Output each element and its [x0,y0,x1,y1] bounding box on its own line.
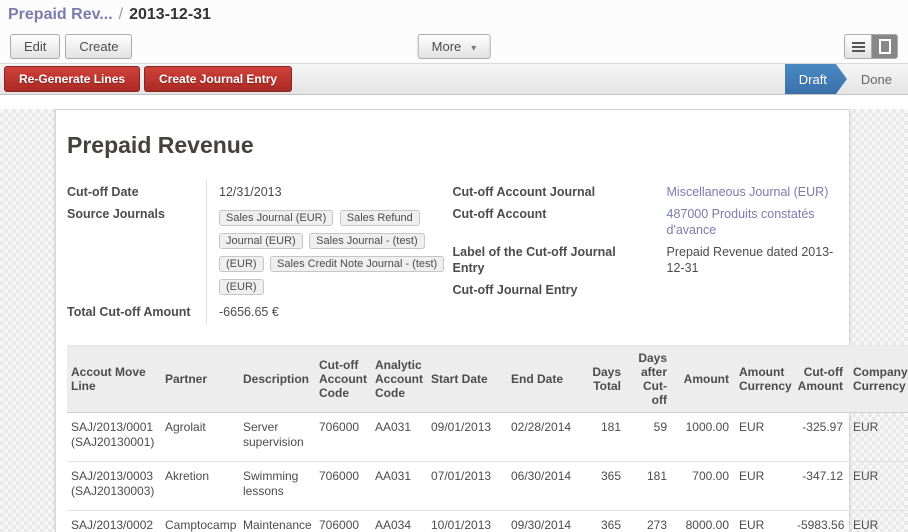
cell-cutoff-amount[interactable]: -347.12 [793,462,849,511]
view-switcher [844,34,898,59]
more-button[interactable]: More ▾ [418,34,491,59]
table-header-row: Accout Move Line Partner Description Cut… [67,346,908,413]
cell-analytic-account-code[interactable]: AA031 [371,462,427,511]
source-journals-tags: Sales Journal (EUR) Sales Refund Journal… [206,203,438,301]
regenerate-lines-button[interactable]: Re-Generate Lines [4,66,140,92]
breadcrumb-current: 2013-12-31 [129,6,211,24]
cutoff-date-value: 12/31/2013 [206,181,438,203]
col-cutoff-amount: Cut-off Amount [793,346,849,413]
form-view-button[interactable] [871,34,898,59]
col-amount: Amount [673,346,735,413]
col-amount-currency: Amount Currency [735,346,793,413]
cutoff-journal-entry-value [655,279,839,301]
journal-entry-label-label: Label of the Cut-off Journal Entry [453,241,655,279]
journal-entry-label-value: Prepaid Revenue dated 2013-12-31 [655,241,839,279]
edit-button[interactable]: Edit [10,34,60,59]
breadcrumb: Prepaid Rev... / 2013-12-31 [0,0,908,30]
cell-cutoff-amount[interactable]: -325.97 [793,413,849,462]
page-title: Prepaid Revenue [67,132,838,159]
cutoff-date-label: Cut-off Date [67,181,206,203]
cell-days-after-cutoff[interactable]: 59 [627,413,673,462]
col-account-move-line: Accout Move Line [67,346,161,413]
col-cutoff-account-code: Cut-off Account Code [315,346,371,413]
cell-move-line[interactable]: SAJ/2013/0001 (SAJ20130001) [67,413,161,462]
cell-end-date[interactable]: 06/30/2014 [507,462,587,511]
cutoff-account-label: Cut-off Account [453,203,655,241]
cell-company-currency[interactable]: EUR [849,413,908,462]
cell-description[interactable]: Maintenance contract [239,511,315,532]
breadcrumb-parent-link[interactable]: Prepaid Rev... [8,6,113,24]
col-start-date: Start Date [427,346,507,413]
top-bar: Prepaid Rev... / 2013-12-31 Edit Create … [0,0,908,63]
more-button-label: More [432,39,462,54]
cell-amount[interactable]: 8000.00 [673,511,735,532]
toolbar: Edit Create More ▾ [0,30,908,63]
statusbar: Draft Done [785,64,908,94]
status-done: Done [847,64,908,94]
create-button[interactable]: Create [65,34,132,59]
cell-days-total[interactable]: 365 [587,511,627,532]
cell-start-date[interactable]: 07/01/2013 [427,462,507,511]
cell-partner[interactable]: Camptocamp [161,511,239,532]
cell-move-line[interactable]: SAJ/2013/0003 (SAJ20130003) [67,462,161,511]
caret-down-icon: ▾ [471,43,476,54]
col-company-currency: Company Currency [849,346,908,413]
cell-analytic-account-code[interactable]: AA034 [371,511,427,532]
cell-description[interactable]: Server supervision [239,413,315,462]
form-icon [879,39,891,54]
col-description: Description [239,346,315,413]
cutoff-account-link[interactable]: 487000 Produits constatés d'avance [667,207,815,237]
cell-days-total[interactable]: 181 [587,413,627,462]
cell-end-date[interactable]: 09/30/2014 [507,511,587,532]
cell-start-date[interactable]: 09/01/2013 [427,413,507,462]
col-analytic-account-code: Analytic Account Code [371,346,427,413]
create-journal-entry-button[interactable]: Create Journal Entry [144,66,292,92]
table-row[interactable]: SAJ/2013/0002 (SAJ20130002) Camptocamp M… [67,511,908,532]
cell-partner[interactable]: Agrolait [161,413,239,462]
cell-cutoff-account-code[interactable]: 706000 [315,413,371,462]
total-cutoff-amount-label: Total Cut-off Amount [67,301,206,323]
cell-analytic-account-code[interactable]: AA031 [371,413,427,462]
journal-tag: Sales Journal (EUR) [219,210,333,226]
cutoff-account-journal-link[interactable]: Miscellaneous Journal (EUR) [667,185,829,199]
cutoff-journal-entry-label: Cut-off Journal Entry [453,279,655,301]
form-sheet: Prepaid Revenue Cut-off Date 12/31/2013 … [55,109,850,532]
cell-partner[interactable]: Akretion [161,462,239,511]
cell-cutoff-account-code[interactable]: 706000 [315,462,371,511]
list-view-button[interactable] [844,34,871,59]
cell-start-date[interactable]: 10/01/2013 [427,511,507,532]
status-draft: Draft [785,64,847,94]
cell-amount-currency[interactable]: EUR [735,511,793,532]
cell-days-total[interactable]: 365 [587,462,627,511]
cutoff-lines-table: Accout Move Line Partner Description Cut… [67,345,908,532]
col-days-total: Days Total [587,346,627,413]
form-fields: Cut-off Date 12/31/2013 Source Journals … [67,181,838,323]
cell-end-date[interactable]: 02/28/2014 [507,413,587,462]
cell-cutoff-account-code[interactable]: 706000 [315,511,371,532]
breadcrumb-separator: / [119,6,123,24]
cell-company-currency[interactable]: EUR [849,511,908,532]
cell-amount-currency[interactable]: EUR [735,462,793,511]
cell-days-after-cutoff[interactable]: 273 [627,511,673,532]
col-days-after-cutoff: Days after Cut-off [627,346,673,413]
total-cutoff-amount-value: -6656.65 € [206,301,438,323]
cell-description[interactable]: Swimming lessons [239,462,315,511]
list-icon [852,46,865,48]
table-row[interactable]: SAJ/2013/0001 (SAJ20130001) Agrolait Ser… [67,413,908,462]
cell-cutoff-amount[interactable]: -5983.56 [793,511,849,532]
cell-amount[interactable]: 1000.00 [673,413,735,462]
cell-company-currency[interactable]: EUR [849,462,908,511]
col-partner: Partner [161,346,239,413]
col-end-date: End Date [507,346,587,413]
cutoff-account-journal-label: Cut-off Account Journal [453,181,655,203]
cell-days-after-cutoff[interactable]: 181 [627,462,673,511]
content-background: Prepaid Revenue Cut-off Date 12/31/2013 … [0,109,908,532]
source-journals-label: Source Journals [67,203,206,301]
cell-amount-currency[interactable]: EUR [735,413,793,462]
table-row[interactable]: SAJ/2013/0003 (SAJ20130003) Akretion Swi… [67,462,908,511]
action-status-bar: Re-Generate Lines Create Journal Entry D… [0,63,908,95]
cell-move-line[interactable]: SAJ/2013/0002 (SAJ20130002) [67,511,161,532]
cell-amount[interactable]: 700.00 [673,462,735,511]
